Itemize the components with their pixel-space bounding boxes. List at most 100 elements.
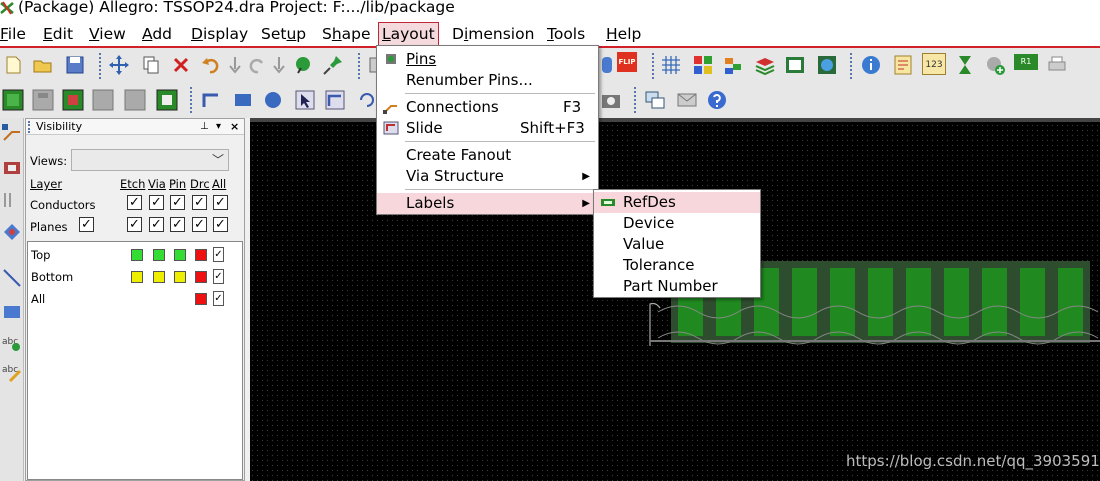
conductors-all-checkbox[interactable]: ✓	[213, 195, 228, 210]
toolbar-grip[interactable]	[652, 53, 656, 79]
all-drc-swatch[interactable]	[195, 293, 207, 305]
open-icon[interactable]	[32, 54, 54, 76]
menu-layout[interactable]: Layout	[378, 22, 439, 46]
top-pin-swatch[interactable]	[174, 249, 186, 261]
menu-help[interactable]: Help	[606, 23, 641, 45]
bottom-etch-swatch[interactable]	[131, 271, 143, 283]
redo-icon[interactable]	[246, 54, 268, 76]
mail-icon[interactable]	[676, 89, 698, 111]
planes-checkbox[interactable]: ✓	[79, 217, 94, 232]
rect-shape-icon[interactable]	[232, 89, 254, 111]
menu-edit[interactable]: Edit	[43, 23, 73, 45]
top-etch-swatch[interactable]	[131, 249, 143, 261]
dropdown-arrow-icon[interactable]: ▾	[216, 119, 221, 135]
report-icon[interactable]	[892, 54, 914, 76]
top-drc-swatch[interactable]	[195, 249, 207, 261]
top-all-checkbox[interactable]: ✓	[213, 247, 224, 262]
frame-icon[interactable]	[156, 89, 178, 111]
info-icon[interactable]	[860, 54, 882, 76]
menu-item-labels[interactable]: Labels ▶	[377, 193, 598, 214]
flip-icon[interactable]: FLIP	[617, 52, 637, 72]
route-icon[interactable]	[2, 122, 22, 142]
redo-down-icon[interactable]	[224, 54, 246, 76]
toolbar-grip[interactable]	[850, 53, 854, 79]
symbol-icon[interactable]	[62, 89, 84, 111]
conductors-pin-checkbox[interactable]: ✓	[170, 195, 185, 210]
pin-icon[interactable]	[322, 54, 344, 76]
all-all-checkbox[interactable]: ✓	[213, 291, 224, 306]
bottom-via-swatch[interactable]	[153, 271, 165, 283]
toolbar-grip[interactable]	[190, 87, 194, 113]
submenu-item-device[interactable]: Device	[594, 213, 760, 234]
drc-icon[interactable]	[784, 54, 806, 76]
menu-view[interactable]: View	[89, 23, 126, 45]
save-icon[interactable]	[64, 54, 86, 76]
menu-shape[interactable]: Shape	[322, 23, 371, 45]
stack-icon[interactable]	[754, 54, 776, 76]
delete-icon[interactable]	[170, 54, 192, 76]
submenu-item-value[interactable]: Value	[594, 234, 760, 255]
planes-pin-checkbox[interactable]: ✓	[170, 217, 185, 232]
select-icon[interactable]	[294, 89, 316, 111]
undo-icon[interactable]	[200, 54, 222, 76]
menu-item-connections[interactable]: Connections F3	[377, 97, 598, 118]
menu-dimension[interactable]: Dimension	[452, 23, 534, 45]
conductors-via-checkbox[interactable]: ✓	[149, 195, 164, 210]
menu-tools[interactable]: Tools	[547, 23, 585, 45]
windows-icon[interactable]	[644, 89, 666, 111]
toolbar-grip[interactable]	[634, 87, 638, 113]
planes-via-checkbox[interactable]: ✓	[149, 217, 164, 232]
grey-square-icon[interactable]	[92, 89, 114, 111]
conductors-etch-checkbox[interactable]: ✓	[127, 195, 142, 210]
close-icon[interactable]: ×	[230, 119, 239, 135]
line-shape-icon[interactable]	[200, 89, 222, 111]
views-select[interactable]: ﹀	[71, 149, 229, 171]
shape-icon[interactable]	[292, 54, 314, 76]
toolbar-grip[interactable]	[99, 53, 103, 79]
package-icon[interactable]	[32, 89, 54, 111]
menu-item-renumber-pins[interactable]: Renumber Pins...	[377, 70, 598, 91]
menu-setup[interactable]: Setup	[261, 23, 306, 45]
r1-icon[interactable]: R1	[1014, 54, 1038, 70]
bottom-pin-swatch[interactable]	[174, 271, 186, 283]
place-icon[interactable]	[2, 158, 22, 178]
component-icon[interactable]	[2, 89, 24, 111]
rotate-icon[interactable]	[356, 89, 378, 111]
globe-icon[interactable]	[816, 54, 838, 76]
move-icon[interactable]	[108, 54, 130, 76]
grey-square2-icon[interactable]	[124, 89, 146, 111]
edit-text-icon[interactable]: abc	[2, 362, 22, 382]
planes-drc-checkbox[interactable]: ✓	[192, 217, 207, 232]
number-icon[interactable]: 123	[922, 53, 946, 75]
new-icon[interactable]	[2, 54, 24, 76]
toolbar-grip[interactable]	[358, 53, 362, 79]
menu-item-slide[interactable]: Slide Shift+F3	[377, 118, 598, 139]
submenu-item-tolerance[interactable]: Tolerance	[594, 255, 760, 276]
menu-display[interactable]: Display	[191, 23, 248, 45]
fanout-icon[interactable]	[2, 190, 22, 210]
menu-file[interactable]: File	[0, 23, 26, 45]
layers-icon[interactable]	[722, 54, 744, 76]
submenu-item-refdes[interactable]: RefDes	[594, 192, 760, 213]
rectangle-icon[interactable]	[2, 302, 22, 322]
color-icon[interactable]	[692, 54, 714, 76]
menu-item-create-fanout[interactable]: Create Fanout	[377, 145, 598, 166]
bottom-all-checkbox[interactable]: ✓	[213, 269, 224, 284]
help-icon[interactable]	[706, 89, 728, 111]
camera-icon[interactable]	[600, 89, 622, 111]
menu-item-pins[interactable]: Pins	[377, 49, 598, 70]
line-icon[interactable]	[2, 268, 22, 288]
copy-icon[interactable]	[140, 54, 162, 76]
menu-item-via-structure[interactable]: Via Structure ▶	[377, 166, 598, 187]
printer-icon[interactable]	[1046, 54, 1068, 76]
edit-shape-icon[interactable]	[324, 89, 346, 111]
planes-etch-checkbox[interactable]: ✓	[127, 217, 142, 232]
grid-icon[interactable]	[660, 54, 682, 76]
redo-down2-icon[interactable]	[268, 54, 290, 76]
panel-grip[interactable]	[28, 121, 31, 133]
menu-add[interactable]: Add	[142, 23, 172, 45]
bottom-drc-swatch[interactable]	[195, 271, 207, 283]
circle-shape-icon[interactable]	[262, 89, 284, 111]
add-text-icon[interactable]: abc	[2, 332, 22, 352]
via-icon[interactable]	[2, 222, 22, 242]
